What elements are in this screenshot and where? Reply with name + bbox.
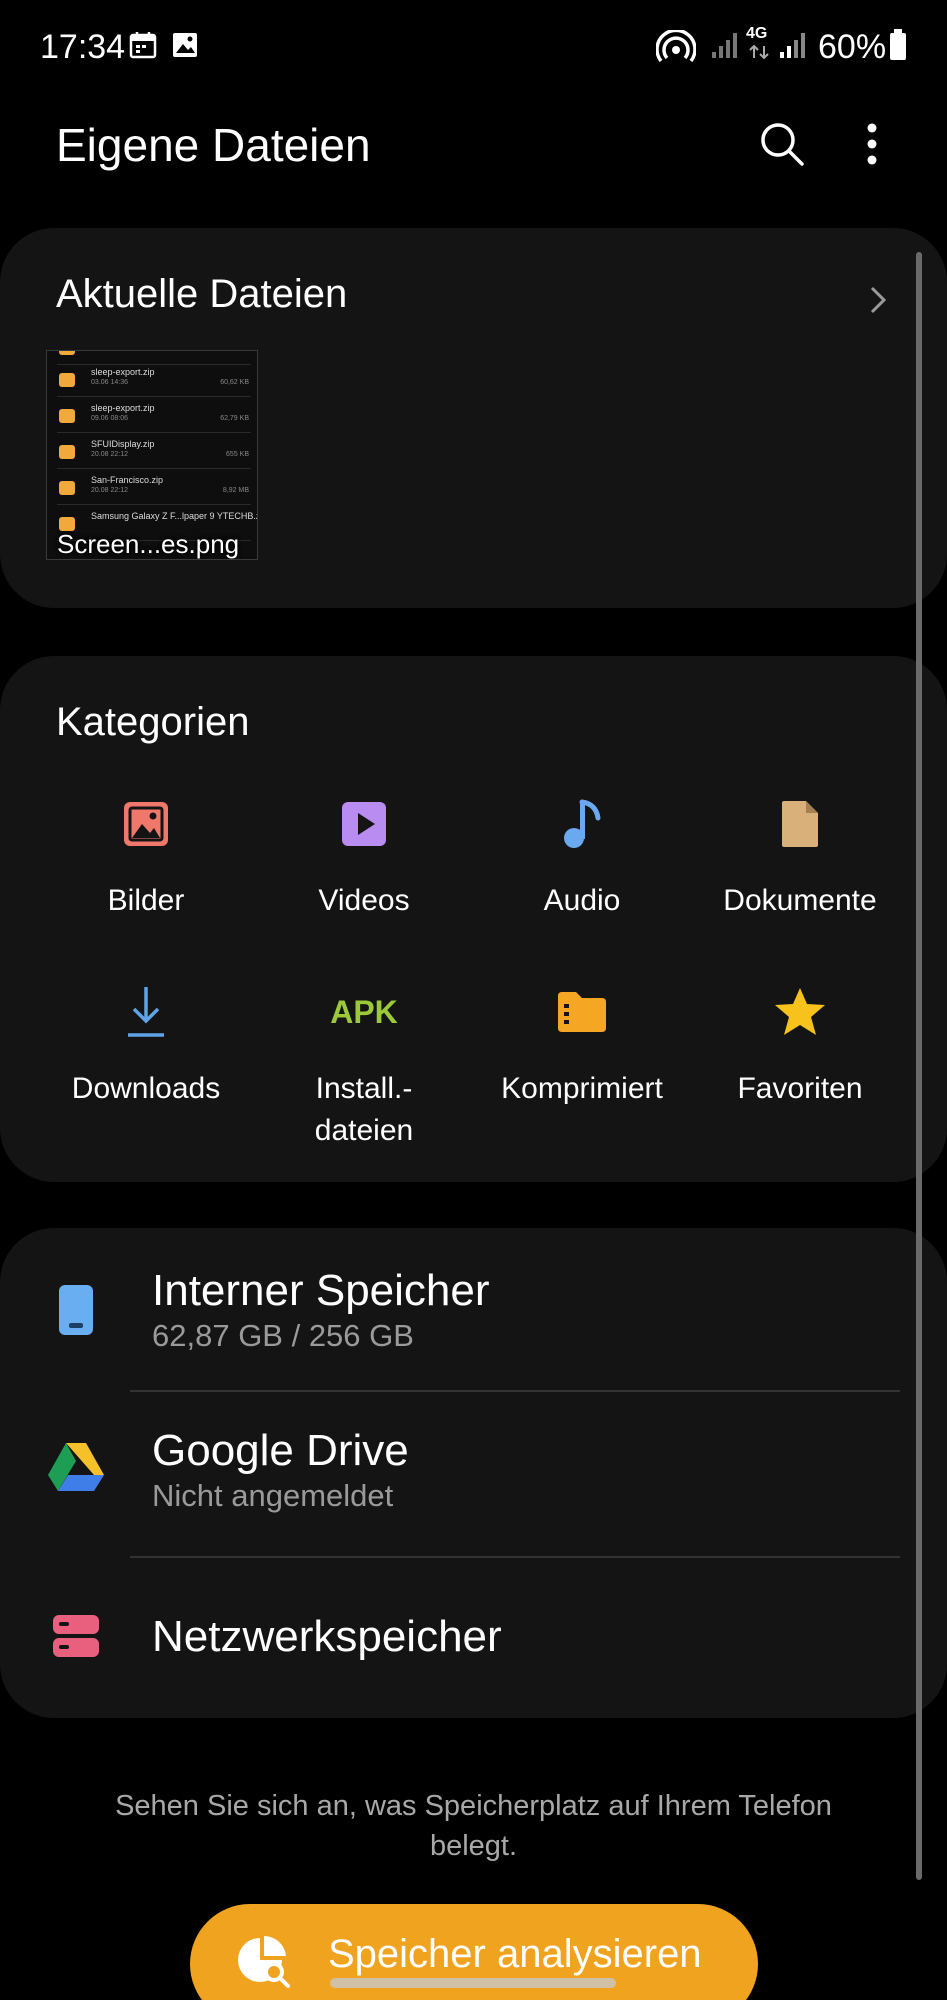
category-documents[interactable]: Dokumente: [691, 794, 909, 922]
thumb-row: San-Francisco.zip 20.08 22:12 8,92 MB: [57, 473, 251, 505]
category-installation-files[interactable]: APK Install.- dateien: [255, 982, 473, 1152]
category-label: Favoriten: [737, 1072, 863, 1105]
category-label: Videos: [318, 884, 410, 917]
gesture-bar[interactable]: [330, 1978, 616, 1988]
thumb-row: sleep-export.zip 09.06 08:06 62,79 KB: [57, 401, 251, 433]
data-arrows-icon: [748, 44, 770, 65]
categories-card: Kategorien Bilder Videos Audio Dokumente…: [0, 656, 947, 1182]
category-label: Komprimiert: [501, 1072, 663, 1105]
storage-internal[interactable]: Interner Speicher 62,87 GB / 256 GB: [0, 1228, 947, 1388]
storage-subtitle: 62,87 GB / 256 GB: [152, 1318, 414, 1353]
category-videos[interactable]: Videos: [255, 794, 473, 922]
category-label: Audio: [543, 884, 621, 917]
storage-network[interactable]: Netzwerkspeicher: [0, 1558, 947, 1718]
recent-file-name: Screen...es.png: [57, 529, 240, 559]
calendar-icon: [128, 30, 158, 65]
recent-file-thumbnail[interactable]: sleep-export.zip 03.06 14:36 60,62 KB slee…: [46, 350, 258, 560]
category-downloads[interactable]: Downloads: [37, 982, 255, 1110]
video-icon: [342, 802, 386, 846]
status-time: 17:34: [40, 28, 126, 66]
categories-title: Kategorien: [56, 700, 250, 744]
page-title: Eigene Dateien: [56, 119, 371, 171]
download-icon: [128, 987, 164, 1037]
storage-card: Interner Speicher 62,87 GB / 256 GB Goog…: [0, 1228, 947, 1718]
thumb-row: SFUIDisplay.zip 20.08 22:12 655 KB: [57, 437, 251, 469]
search-button[interactable]: [750, 112, 814, 176]
google-drive-icon: [48, 1443, 104, 1491]
archive-folder-icon: [558, 992, 606, 1032]
gallery-icon: [170, 30, 200, 65]
storage-title: Interner Speicher: [152, 1266, 490, 1315]
music-note-icon: [564, 799, 601, 848]
hotspot-icon: [655, 28, 697, 69]
storage-analysis-icon: [236, 1934, 292, 1995]
storage-title: Google Drive: [152, 1426, 409, 1475]
apk-icon: APK: [330, 993, 398, 1030]
category-images[interactable]: Bilder: [37, 794, 255, 922]
battery-icon: [888, 28, 908, 67]
more-options-button[interactable]: [840, 112, 904, 176]
storage-title: Netzwerkspeicher: [152, 1612, 502, 1661]
category-favorites[interactable]: Favoriten: [691, 982, 909, 1110]
analyze-storage-label: Speicher analysieren: [328, 1932, 702, 1976]
star-icon: [775, 988, 825, 1035]
network-type-label: 4G: [746, 25, 768, 42]
signal-icon-1: [710, 30, 738, 65]
scrollbar[interactable]: [916, 252, 922, 1880]
network-storage-icon: [53, 1615, 99, 1657]
my-files-screen: 17:34 4G 60% Eigene Dateien Aktuelle Dat…: [0, 0, 947, 2000]
recent-files-title: Aktuelle Dateien: [56, 272, 348, 316]
storage-subtitle: Nicht angemeldet: [152, 1478, 394, 1513]
status-bar: 17:34 4G 60%: [0, 22, 947, 78]
phone-storage-icon: [59, 1285, 93, 1335]
search-icon: [761, 123, 804, 166]
chevron-right-icon: [870, 286, 887, 314]
more-vertical-icon: [867, 123, 877, 165]
battery-percent: 60%: [818, 28, 887, 66]
signal-icon-2: [778, 30, 806, 65]
storage-hint-text: Sehen Sie sich an, was Speicherplatz auf…: [115, 1790, 832, 1862]
category-label: Dokumente: [723, 884, 877, 917]
thumb-row: [57, 351, 251, 365]
document-icon: [782, 801, 818, 847]
category-label: Install.- dateien: [314, 1072, 414, 1147]
category-label: Downloads: [71, 1072, 221, 1105]
recent-files-more-button[interactable]: [858, 280, 898, 320]
image-icon: [124, 802, 168, 846]
thumb-row: sleep-export.zip 03.06 14:36 60,62 KB: [57, 365, 251, 397]
category-audio[interactable]: Audio: [473, 794, 691, 922]
storage-google-drive[interactable]: Google Drive Nicht angemeldet: [0, 1392, 947, 1556]
category-compressed[interactable]: Komprimiert: [473, 982, 691, 1110]
category-label: Bilder: [107, 884, 185, 917]
